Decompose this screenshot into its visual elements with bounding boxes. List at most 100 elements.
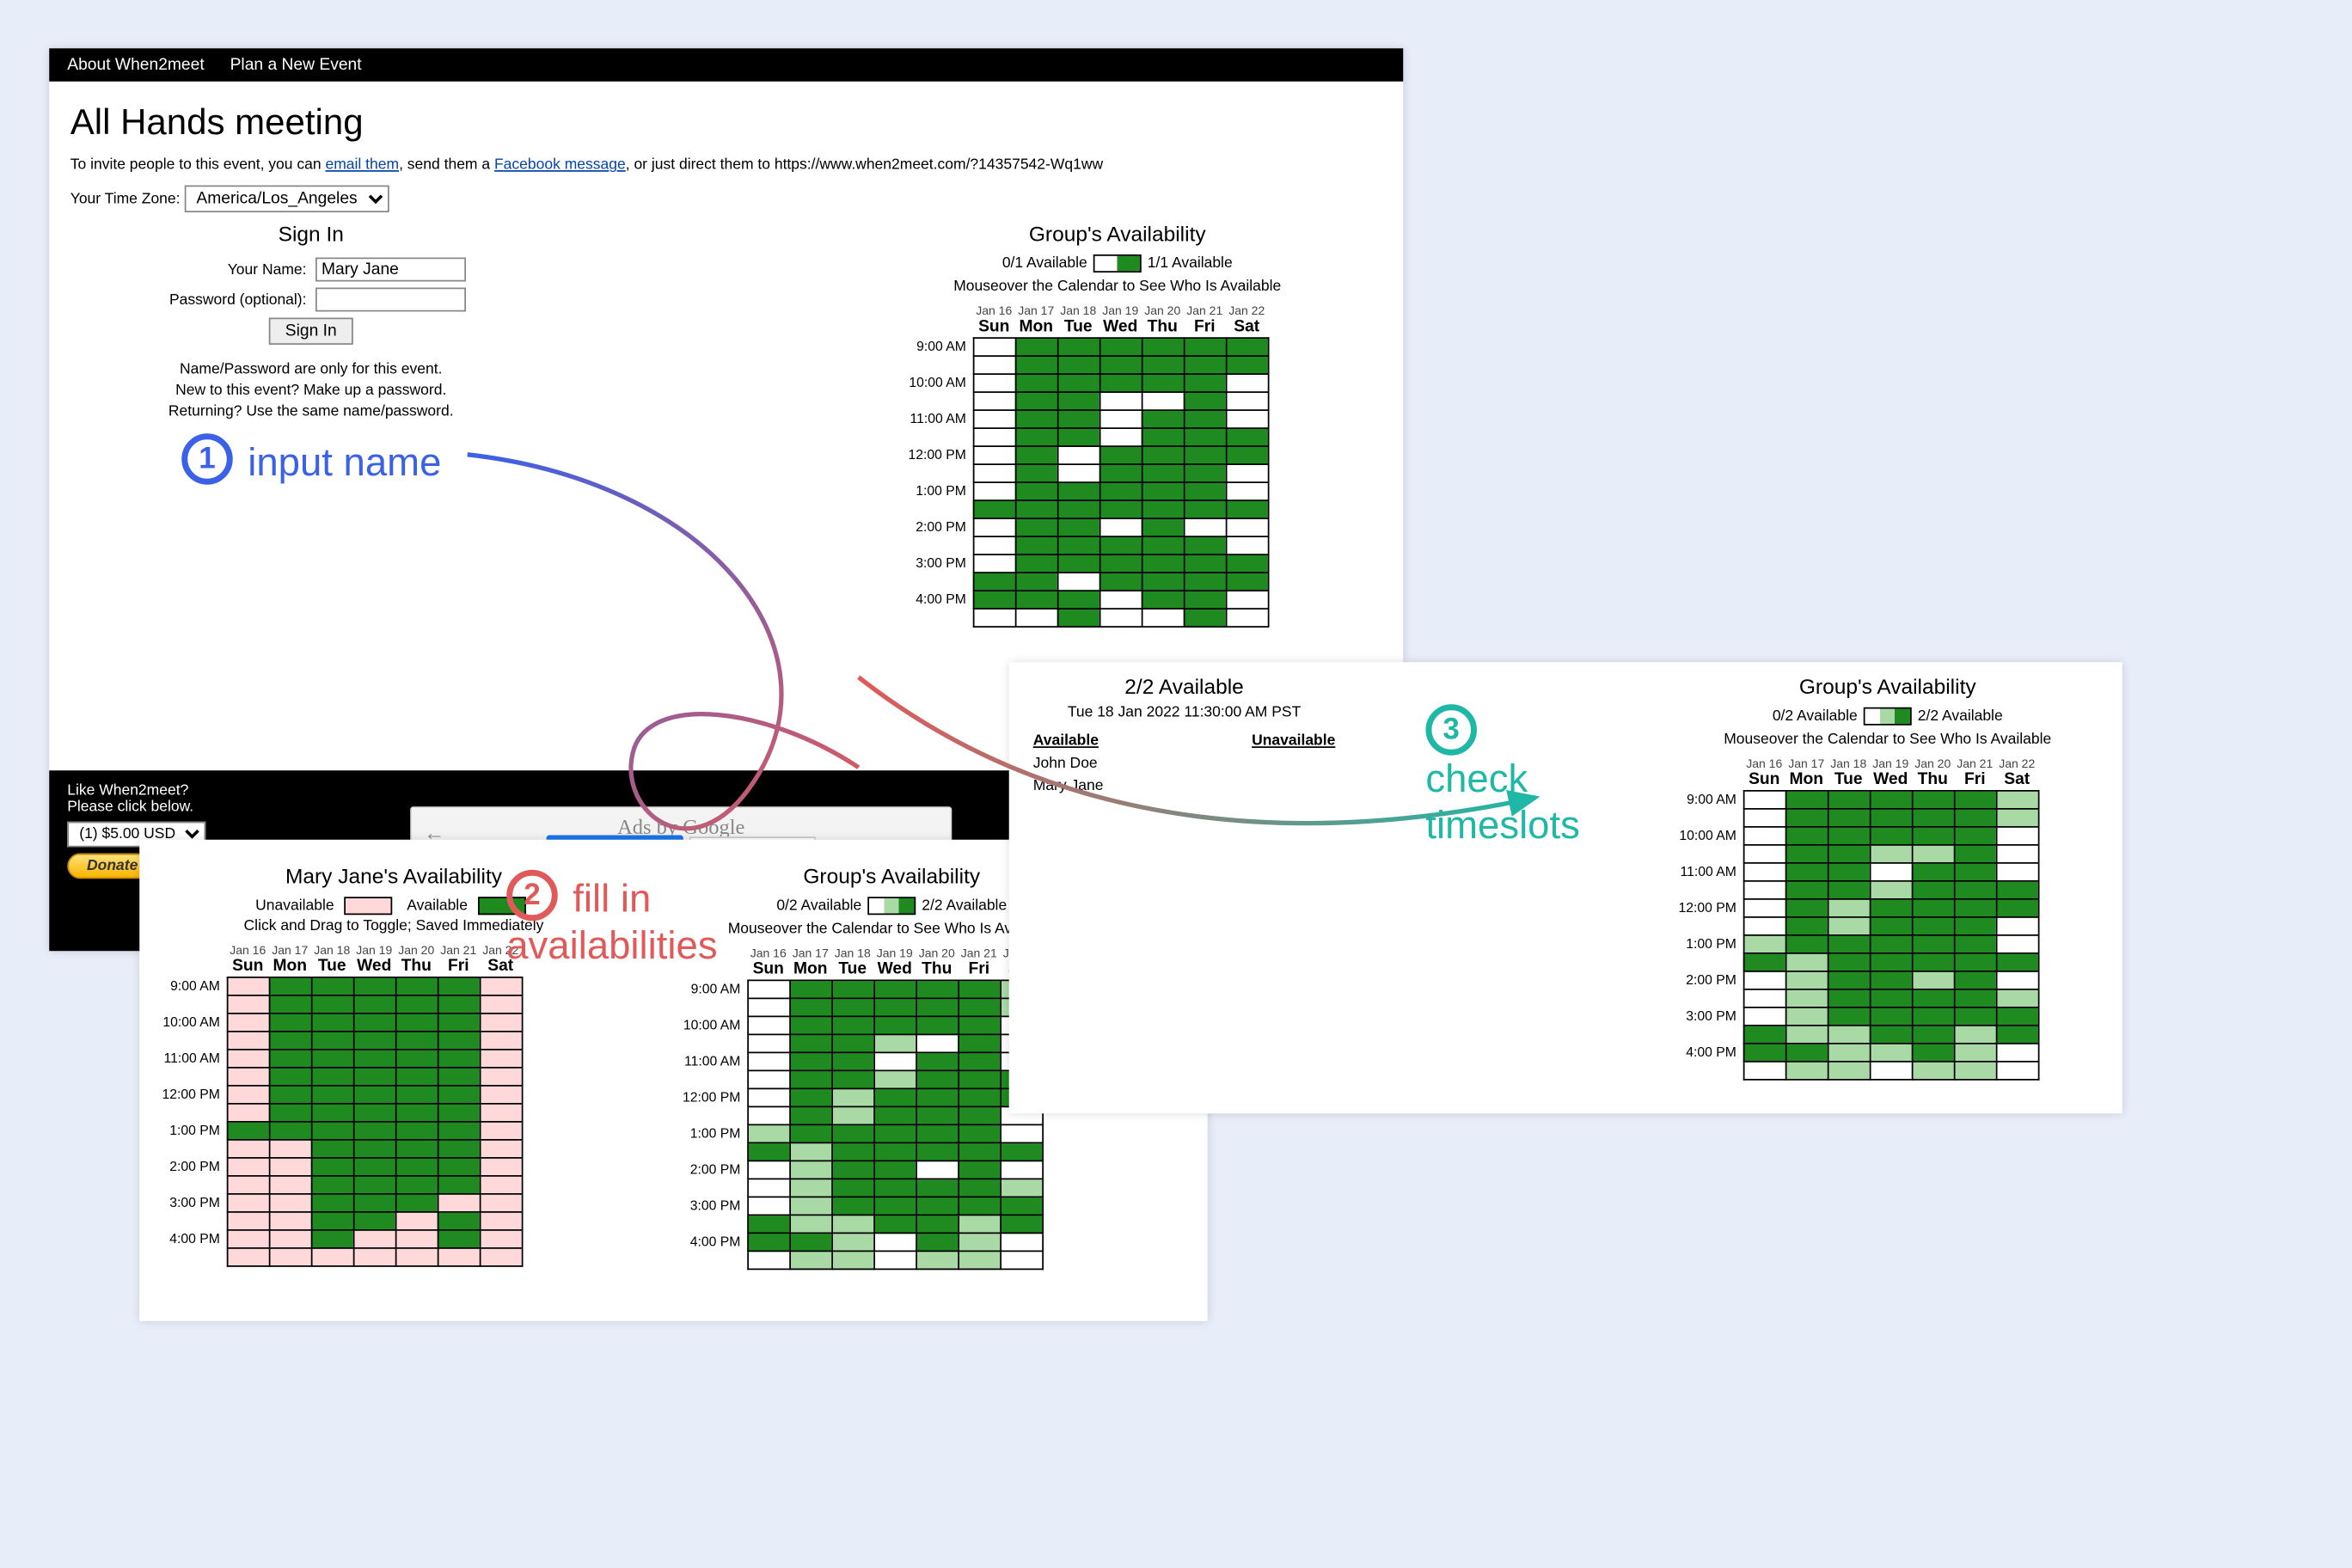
calendar-cell[interactable]	[1996, 791, 2038, 809]
calendar-cell[interactable]	[973, 609, 1015, 627]
calendar-cell[interactable]	[1954, 1044, 1996, 1062]
calendar-cell[interactable]	[438, 1230, 480, 1248]
calendar-cell[interactable]	[1912, 881, 1954, 899]
calendar-cell[interactable]	[1828, 953, 1870, 971]
calendar-cell[interactable]	[395, 1122, 438, 1140]
calendar-cell[interactable]	[1996, 935, 2038, 953]
calendar-cell[interactable]	[1184, 554, 1226, 573]
calendar-cell[interactable]	[227, 995, 269, 1014]
calendar-cell[interactable]	[973, 410, 1015, 428]
calendar-cell[interactable]	[311, 1158, 353, 1176]
calendar-cell[interactable]	[1142, 410, 1184, 428]
calendar-cell[interactable]	[227, 1230, 269, 1248]
calendar-cell[interactable]	[269, 1158, 311, 1176]
calendar-cell[interactable]	[1954, 863, 1996, 881]
calendar-cell[interactable]	[395, 1194, 438, 1212]
calendar-cell[interactable]	[1015, 536, 1057, 554]
calendar-cell[interactable]	[480, 1122, 522, 1140]
calendar-cell[interactable]	[1996, 971, 2038, 989]
calendar-cell[interactable]	[1870, 899, 1912, 917]
nav-about[interactable]: About When2meet	[67, 56, 204, 74]
calendar-cell[interactable]	[480, 1212, 522, 1230]
calendar-cell[interactable]	[1099, 428, 1142, 446]
calendar-cell[interactable]	[1099, 410, 1142, 428]
calendar-cell[interactable]	[1996, 1062, 2038, 1080]
calendar-cell[interactable]	[973, 518, 1015, 536]
calendar-cell[interactable]	[1912, 1026, 1954, 1044]
calendar-cell[interactable]	[831, 1197, 873, 1215]
calendar-cell[interactable]	[1912, 935, 1954, 953]
calendar-cell[interactable]	[311, 1068, 353, 1086]
calendar-cell[interactable]	[1000, 1233, 1042, 1251]
facebook-link[interactable]: Facebook message	[494, 156, 626, 173]
calendar-cell[interactable]	[747, 1034, 789, 1052]
calendar-cell[interactable]	[1099, 554, 1142, 573]
calendar-cell[interactable]	[1000, 1215, 1042, 1233]
calendar-cell[interactable]	[958, 1124, 1000, 1142]
calendar-cell[interactable]	[873, 1179, 916, 1197]
calendar-cell[interactable]	[1015, 482, 1057, 500]
calendar-cell[interactable]	[1743, 1062, 1785, 1080]
calendar-cell[interactable]	[1912, 1008, 1954, 1026]
calendar-cell[interactable]	[789, 1052, 831, 1070]
calendar-cell[interactable]	[916, 1016, 958, 1034]
calendar-cell[interactable]	[1870, 1062, 1912, 1080]
calendar-cell[interactable]	[1184, 609, 1226, 627]
calendar-cell[interactable]	[1000, 1179, 1042, 1197]
calendar-cell[interactable]	[1226, 356, 1268, 374]
calendar-cell[interactable]	[1743, 917, 1785, 935]
calendar-cell[interactable]	[311, 1176, 353, 1194]
calendar-cell[interactable]	[1743, 863, 1785, 881]
calendar-cell[interactable]	[1015, 410, 1057, 428]
calendar-cell[interactable]	[1142, 518, 1184, 536]
calendar-cell[interactable]	[227, 1032, 269, 1050]
calendar-cell[interactable]	[311, 1140, 353, 1158]
calendar-cell[interactable]	[1099, 356, 1142, 374]
calendar-cell[interactable]	[438, 1032, 480, 1050]
calendar-cell[interactable]	[1226, 392, 1268, 410]
calendar-cell[interactable]	[269, 1068, 311, 1086]
calendar-cell[interactable]	[480, 1158, 522, 1176]
calendar-cell[interactable]	[1184, 392, 1226, 410]
calendar-cell[interactable]	[1954, 953, 1996, 971]
calendar-cell[interactable]	[1743, 881, 1785, 899]
calendar-cell[interactable]	[1184, 446, 1226, 464]
calendar-cell[interactable]	[1057, 518, 1099, 536]
calendar-cell[interactable]	[747, 1233, 789, 1251]
calendar-cell[interactable]	[958, 1179, 1000, 1197]
calendar-cell[interactable]	[873, 1052, 916, 1070]
calendar-cell[interactable]	[1000, 1124, 1042, 1142]
calendar-cell[interactable]	[1000, 1142, 1042, 1161]
calendar-cell[interactable]	[1912, 1062, 1954, 1080]
calendar-cell[interactable]	[480, 1176, 522, 1194]
calendar-cell[interactable]	[480, 1068, 522, 1086]
calendar-cell[interactable]	[1828, 881, 1870, 899]
calendar-cell[interactable]	[873, 1016, 916, 1034]
calendar-cell[interactable]	[269, 1050, 311, 1068]
calendar-cell[interactable]	[831, 1161, 873, 1179]
calendar-cell[interactable]	[227, 1176, 269, 1194]
calendar-cell[interactable]	[831, 998, 873, 1016]
calendar-cell[interactable]	[395, 1014, 438, 1032]
calendar-cell[interactable]	[958, 1088, 1000, 1106]
calendar-cell[interactable]	[1184, 428, 1226, 446]
calendar-cell[interactable]	[1226, 536, 1268, 554]
calendar-cell[interactable]	[1785, 809, 1828, 827]
calendar-cell[interactable]	[1015, 338, 1057, 356]
calendar-cell[interactable]	[1954, 989, 1996, 1008]
calendar-cell[interactable]	[1184, 356, 1226, 374]
calendar-cell[interactable]	[480, 1032, 522, 1050]
calendar-cell[interactable]	[1057, 446, 1099, 464]
calendar-cell[interactable]	[916, 1052, 958, 1070]
calendar-cell[interactable]	[1000, 1197, 1042, 1215]
calendar-cell[interactable]	[747, 1179, 789, 1197]
calendar-cell[interactable]	[227, 1140, 269, 1158]
calendar-cell[interactable]	[227, 1068, 269, 1086]
calendar-cell[interactable]	[1015, 573, 1057, 591]
calendar-cell[interactable]	[1743, 899, 1785, 917]
calendar-cell[interactable]	[1828, 809, 1870, 827]
calendar-cell[interactable]	[1142, 446, 1184, 464]
calendar-cell[interactable]	[227, 1158, 269, 1176]
calendar-cell[interactable]	[1057, 500, 1099, 518]
calendar-cell[interactable]	[747, 1215, 789, 1233]
